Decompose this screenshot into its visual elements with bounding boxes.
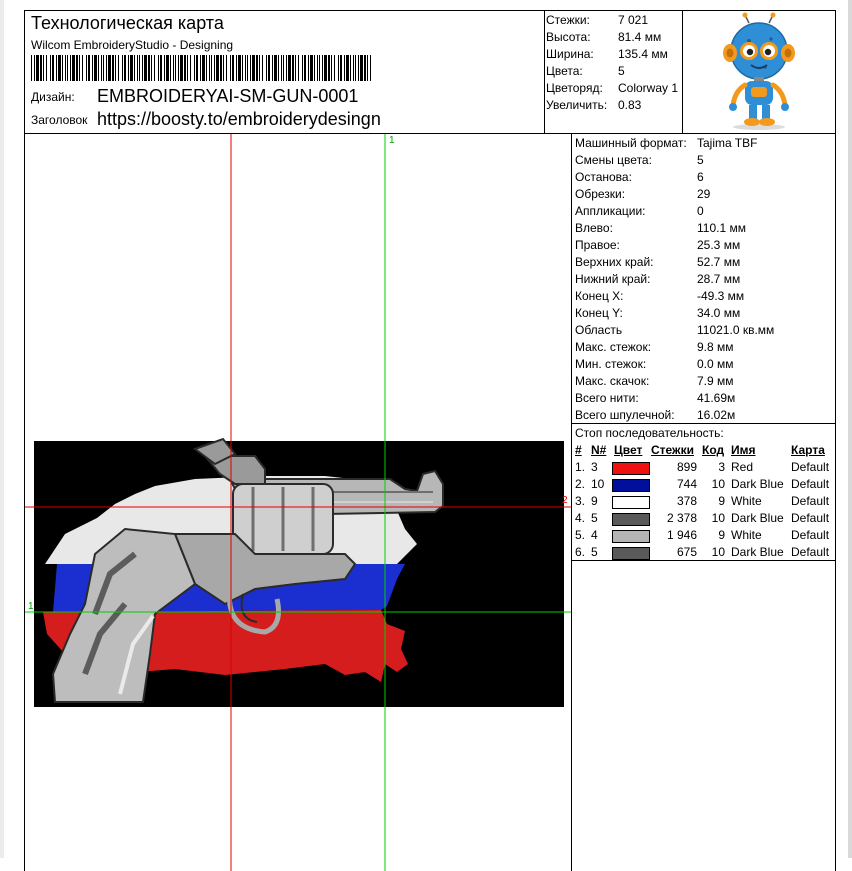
software-name: Wilcom EmbroideryStudio - Designing: [31, 38, 234, 52]
sequence-cell-stitches: 899: [676, 460, 697, 474]
sequence-cell-num: 5.: [575, 528, 586, 542]
sequence-cell-chart: Default: [791, 460, 830, 474]
col-header-chart: Карта: [791, 443, 825, 457]
col-header-stitches: Стежки: [651, 443, 694, 457]
sequence-cell-stitches: 675: [676, 545, 697, 559]
summary-label: Цветоряд:: [546, 81, 603, 95]
thread-color-swatch: [612, 547, 650, 560]
guide-label: 1: [28, 601, 34, 612]
heading-label: Заголовок: [31, 113, 88, 127]
divider: [572, 423, 835, 424]
property-row: Макс. стежок: 9.8 мм: [575, 340, 734, 354]
thread-color-swatch: [612, 530, 650, 543]
sequence-cell-n: 10: [591, 477, 605, 491]
summary-label: Цвета:: [546, 64, 583, 78]
sequence-cell-name: White: [731, 528, 762, 542]
col-header-color: Цвет: [614, 443, 643, 457]
property-row: Нижний край: 28.7 мм: [575, 272, 741, 286]
summary-value: 5: [618, 64, 625, 78]
design-name: EMBROIDERYAI-SM-GUN-0001: [97, 86, 359, 106]
page-edge: [0, 0, 4, 858]
summary-panel: Стежки: 7 021 Высота: 81.4 мм Ширина: 13…: [544, 11, 683, 133]
sequence-cell-n: 3: [591, 460, 598, 474]
thread-color-swatch: [612, 479, 650, 492]
summary-value: Colorway 1: [618, 81, 679, 95]
property-row: Верхних край: 52.7 мм: [575, 255, 741, 269]
property-row: Конец Y: 34.0 мм: [575, 306, 741, 320]
barcode: [31, 55, 371, 81]
design-preview: [25, 134, 571, 871]
thread-color-swatch: [612, 513, 650, 526]
summary-value: 7 021: [618, 13, 649, 27]
col-header-name: Имя: [731, 443, 756, 457]
sequence-cell-num: 6.: [575, 545, 586, 559]
property-row: Конец X: -49.3 мм: [575, 289, 745, 303]
sequence-cell-chart: Default: [791, 494, 830, 508]
sequence-cell-name: White: [731, 494, 762, 508]
sequence-cell-chart: Default: [791, 545, 830, 559]
property-row: Мин. стежок: 0.0 мм: [575, 357, 734, 371]
col-header-n: N#: [591, 443, 607, 457]
sequence-cell-num: 3.: [575, 494, 586, 508]
sequence-cell-chart: Default: [791, 477, 830, 491]
summary-label: Высота:: [546, 30, 591, 44]
summary-value: 81.4 мм: [618, 30, 662, 44]
property-row: Всего нити: 41.69м: [575, 391, 736, 405]
summary-label: Ширина:: [546, 47, 594, 61]
thread-color-swatch: [612, 462, 650, 475]
sequence-cell-code: 9: [718, 528, 725, 542]
page-title: Технологическая карта: [31, 13, 224, 33]
summary-label: Стежки:: [546, 13, 590, 27]
sequence-cell-code: 10: [711, 545, 725, 559]
summary-label: Увеличить:: [546, 98, 608, 112]
header-info: Технологическая карта Wilcom EmbroideryS…: [25, 11, 545, 133]
design-label: Дизайн:: [31, 90, 75, 104]
guide-label: 2: [562, 495, 568, 506]
property-row: Область 11021.0 кв.мм: [575, 323, 775, 337]
summary-value: 0.83: [618, 98, 642, 112]
sequence-cell-num: 2.: [575, 477, 586, 491]
property-row: Влево: 110.1 мм: [575, 221, 746, 235]
sequence-cell-stitches: 2 378: [666, 511, 697, 525]
sequence-cell-name: Red: [731, 460, 754, 474]
page-shadow: [848, 0, 852, 858]
sequence-cell-stitches: 378: [676, 494, 697, 508]
sequence-title: Стоп последовательность:: [575, 426, 724, 440]
sequence-cell-code: 9: [718, 494, 725, 508]
robot-mascot-image: [683, 11, 835, 133]
sequence-cell-n: 9: [591, 494, 598, 508]
property-row: Останова: 6: [575, 170, 704, 184]
property-row: Правое: 25.3 мм: [575, 238, 741, 252]
sequence-cell-n: 5: [591, 545, 598, 559]
sequence-cell-chart: Default: [791, 511, 830, 525]
sequence-cell-n: 4: [591, 528, 598, 542]
property-row: Макс. скачок: 7.9 мм: [575, 374, 734, 388]
property-row: Обрезки: 29: [575, 187, 711, 201]
sequence-cell-name: Dark Blue: [731, 511, 784, 525]
thread-color-swatch: [612, 496, 650, 509]
divider: [572, 560, 835, 561]
sequence-cell-code: 10: [711, 477, 725, 491]
col-header-code: Код: [702, 443, 725, 457]
sequence-cell-code: 3: [718, 460, 725, 474]
sequence-cell-stitches: 744: [676, 477, 697, 491]
sequence-cell-n: 5: [591, 511, 598, 525]
summary-value: 135.4 мм: [618, 47, 668, 61]
sequence-cell-name: Dark Blue: [731, 477, 784, 491]
property-row: Смены цвета: 5: [575, 153, 704, 167]
property-row: Всего шпулечной: 16.02м: [575, 408, 736, 422]
heading-value: https://boosty.to/embroiderydesingn: [97, 109, 381, 129]
sequence-cell-num: 4.: [575, 511, 586, 525]
property-row: Машинный формат: Tajima TBF: [575, 136, 758, 150]
property-row: Аппликации: 0: [575, 204, 704, 218]
worksheet: Технологическая карта Wilcom EmbroideryS…: [24, 10, 836, 871]
guide-label: 1: [389, 135, 395, 146]
sequence-cell-num: 1.: [575, 460, 586, 474]
col-header-num: #: [575, 443, 582, 457]
sequence-cell-name: Dark Blue: [731, 545, 784, 559]
divider: [571, 134, 572, 871]
sequence-cell-chart: Default: [791, 528, 830, 542]
sequence-cell-code: 10: [711, 511, 725, 525]
sequence-cell-stitches: 1 946: [666, 528, 697, 542]
